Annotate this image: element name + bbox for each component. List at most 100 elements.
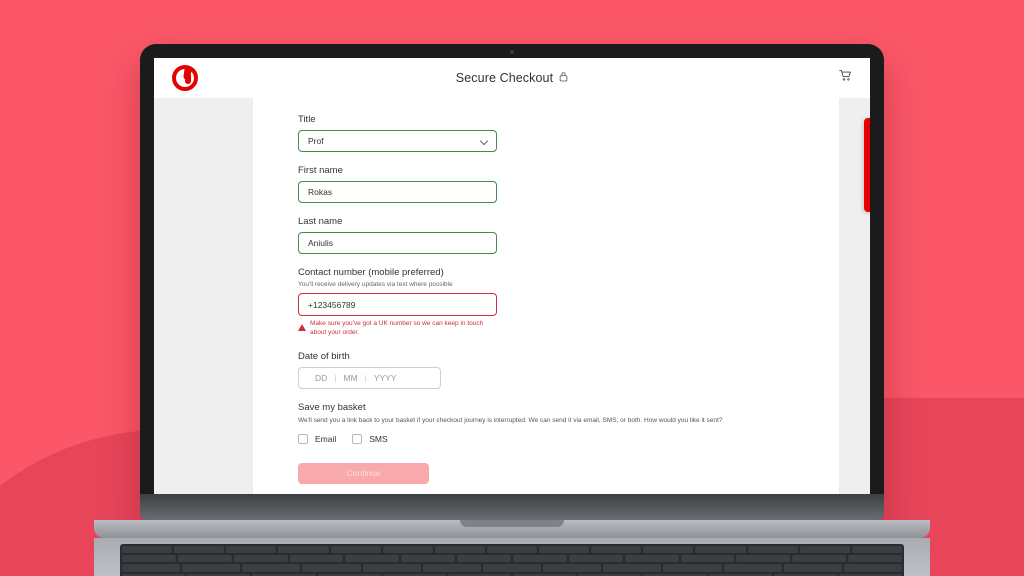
keyboard-key bbox=[643, 546, 694, 554]
continue-button[interactable]: Continue bbox=[298, 462, 429, 484]
browser-page: Secure Checkout Title Prof First name Ro… bbox=[154, 58, 870, 494]
dob-label: Date of birth bbox=[298, 350, 350, 362]
dob-year[interactable]: YYYY bbox=[367, 373, 404, 383]
keyboard-key bbox=[122, 546, 173, 554]
contact-number-error: Make sure you've got a UK number so we c… bbox=[298, 320, 497, 338]
keyboard-key bbox=[330, 546, 381, 554]
keyboard-key bbox=[182, 564, 241, 572]
contact-number-label: Contact number (mobile preferred) bbox=[298, 267, 444, 278]
dob-input[interactable]: DD | MM | YYYY bbox=[298, 366, 441, 389]
keyboard-key bbox=[177, 555, 232, 563]
keyboard-key bbox=[122, 555, 176, 563]
keyboard-key bbox=[843, 564, 902, 572]
contact-number-hint: You'll receive delivery updates via text… bbox=[298, 281, 453, 288]
keyboard-key bbox=[122, 564, 181, 572]
keyboard-keys bbox=[120, 544, 904, 576]
keyboard-key bbox=[723, 564, 782, 572]
keyboard-key bbox=[226, 546, 277, 554]
title-select[interactable]: Prof bbox=[298, 130, 497, 152]
keyboard-key bbox=[482, 564, 542, 572]
get-in-touch-tab[interactable]: Get in touch bbox=[864, 118, 870, 212]
keyboard-key bbox=[799, 546, 850, 554]
checkbox-sms-label: SMS bbox=[369, 433, 388, 444]
contact-number-value: +123456789 bbox=[308, 299, 356, 310]
section-save-my-basket: Save my basket We'll send you a link bac… bbox=[298, 402, 839, 444]
keyboard-key bbox=[362, 564, 421, 572]
first-name-label: First name bbox=[298, 165, 343, 176]
keyboard-row bbox=[122, 555, 902, 563]
checkbox-email-label: Email bbox=[315, 433, 337, 444]
keyboard-row bbox=[122, 564, 902, 572]
warning-icon bbox=[298, 324, 306, 331]
laptop-screen: Secure Checkout Title Prof First name Ro… bbox=[154, 58, 870, 494]
last-name-label: Last name bbox=[298, 216, 343, 227]
keyboard-key bbox=[289, 555, 344, 563]
content-wrapper: Title Prof First name Rokas Last name An… bbox=[154, 98, 870, 494]
keyboard-key bbox=[603, 564, 662, 572]
screenshot-stage: Secure Checkout Title Prof First name Ro… bbox=[0, 0, 1024, 576]
keyboard-key bbox=[486, 546, 538, 554]
keyboard-key bbox=[242, 564, 301, 572]
keyboard-key bbox=[680, 555, 735, 563]
field-group-contact-number: Contact number (mobile preferred) You'll… bbox=[298, 267, 839, 338]
laptop-lid-chin bbox=[140, 494, 884, 520]
keyboard-key bbox=[302, 564, 361, 572]
keyboard-key bbox=[663, 564, 722, 572]
keyboard-row bbox=[122, 546, 902, 554]
keyboard-key bbox=[233, 555, 288, 563]
keyboard-key bbox=[736, 555, 791, 563]
checkbox-email[interactable] bbox=[298, 433, 308, 444]
field-group-last-name: Last name Aniulis bbox=[298, 216, 839, 254]
dob-month[interactable]: MM bbox=[337, 373, 365, 383]
dob-segments: DD | MM | YYYY bbox=[308, 373, 404, 383]
cart-icon[interactable] bbox=[839, 69, 852, 87]
keyboard-key bbox=[848, 555, 902, 563]
keyboard-key bbox=[695, 546, 746, 554]
title-label: Title bbox=[298, 114, 316, 125]
keyboard-key bbox=[278, 546, 329, 554]
first-name-value: Rokas bbox=[308, 187, 333, 197]
field-group-date-of-birth: Date of birth DD | MM | YYYY bbox=[298, 351, 839, 389]
laptop-base bbox=[94, 520, 930, 538]
field-group-title: Title Prof bbox=[298, 114, 839, 152]
keyboard-key bbox=[457, 555, 511, 563]
contact-number-input[interactable]: +123456789 bbox=[298, 293, 497, 316]
keyboard-key bbox=[422, 564, 481, 572]
keyboard-key bbox=[624, 555, 679, 563]
laptop-lid: Secure Checkout Title Prof First name Ro… bbox=[140, 44, 884, 520]
keyboard-key bbox=[434, 546, 485, 554]
keyboard-key bbox=[539, 546, 590, 554]
field-group-first-name: First name Rokas bbox=[298, 165, 839, 203]
laptop-notch bbox=[460, 520, 564, 527]
keyboard-key bbox=[174, 546, 225, 554]
webcam-icon bbox=[510, 50, 514, 54]
keyboard-key bbox=[792, 555, 847, 563]
lock-icon bbox=[559, 71, 568, 85]
keyboard-key bbox=[543, 564, 602, 572]
page-title: Secure Checkout bbox=[154, 71, 870, 85]
keyboard-key bbox=[851, 546, 902, 554]
keyboard-key bbox=[568, 555, 623, 563]
save-basket-options: Email SMS bbox=[298, 433, 839, 444]
keyboard-key bbox=[382, 546, 433, 554]
first-name-input[interactable]: Rokas bbox=[298, 181, 497, 203]
chevron-down-icon bbox=[479, 136, 489, 146]
contact-number-error-text: Make sure you've got a UK number so we c… bbox=[310, 320, 484, 336]
save-basket-description: We'll send you a link back to your baske… bbox=[298, 416, 723, 424]
last-name-input[interactable]: Aniulis bbox=[298, 232, 497, 254]
checkbox-sms[interactable] bbox=[352, 433, 363, 444]
keyboard-key bbox=[783, 564, 842, 572]
checkout-form: Title Prof First name Rokas Last name An… bbox=[253, 98, 839, 494]
site-header: Secure Checkout bbox=[154, 58, 870, 98]
dob-day[interactable]: DD bbox=[308, 373, 334, 383]
keyboard-key bbox=[513, 555, 567, 563]
title-value: Prof bbox=[308, 136, 324, 146]
laptop-mockup: Secure Checkout Title Prof First name Ro… bbox=[94, 44, 930, 576]
last-name-value: Aniulis bbox=[308, 238, 334, 248]
page-title-text: Secure Checkout bbox=[455, 71, 554, 85]
save-basket-title: Save my basket bbox=[298, 401, 366, 413]
keyboard-key bbox=[345, 555, 400, 563]
keyboard-key bbox=[401, 555, 456, 563]
left-gutter bbox=[154, 98, 253, 494]
keyboard-key bbox=[747, 546, 798, 554]
